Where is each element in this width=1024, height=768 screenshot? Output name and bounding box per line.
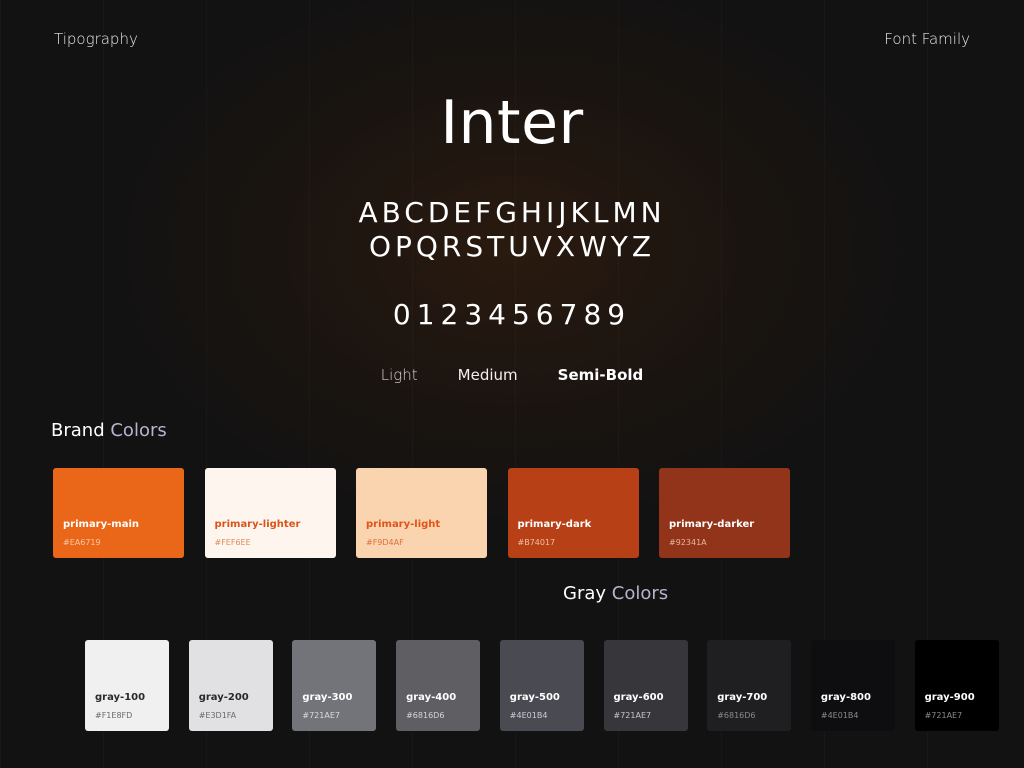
color-swatch-gray-100[interactable]: gray-100 #F1E8FD bbox=[85, 640, 169, 731]
swatch-hex: #FEF6EE bbox=[214, 538, 251, 547]
alphabet-line-1: ABCDEFGHIJKLMN bbox=[358, 196, 666, 229]
swatch-name: gray-700 bbox=[717, 692, 768, 703]
color-swatch-primary-lighter[interactable]: primary-lighter #FEF6EE bbox=[204, 468, 336, 558]
swatch-name: primary-dark bbox=[517, 519, 592, 530]
swatch-name: gray-300 bbox=[302, 692, 353, 703]
swatch-name: primary-light bbox=[366, 519, 441, 530]
swatch-name: gray-800 bbox=[820, 692, 871, 703]
swatch-name: gray-600 bbox=[613, 692, 664, 703]
brand-colors-title: Brand Colors bbox=[51, 420, 167, 441]
color-swatch-gray-600[interactable]: gray-600 #721AE7 bbox=[603, 640, 688, 731]
swatch-hex: #F1E8FD bbox=[95, 711, 133, 720]
color-swatch-gray-300[interactable]: gray-300 #721AE7 bbox=[292, 640, 377, 731]
swatch-hex: #F9D4AF bbox=[366, 538, 404, 547]
color-swatch-primary-main[interactable]: primary-main #EA6719 bbox=[53, 468, 184, 558]
swatch-name: gray-900 bbox=[924, 692, 975, 703]
swatch-name: primary-darker bbox=[669, 519, 755, 530]
brand-colors-title-accent: Colors bbox=[110, 420, 167, 441]
alphabet-line-2: OPQRSTUVXWYZ bbox=[368, 230, 656, 263]
swatch-hex: #6816D6 bbox=[717, 711, 756, 720]
swatch-hex: #721AE7 bbox=[924, 711, 963, 720]
weight-light-label: Light bbox=[380, 366, 418, 384]
color-swatch-primary-darker[interactable]: primary-darker #92341A bbox=[659, 468, 790, 558]
weight-medium-label: Medium bbox=[457, 366, 518, 384]
alphabet-sample: ABCDEFGHIJKLMN OPQRSTUVXWYZ bbox=[0, 196, 1024, 264]
color-swatch-gray-900[interactable]: gray-900 #721AE7 bbox=[914, 640, 999, 731]
color-swatch-gray-200[interactable]: gray-200 #E3D1FA bbox=[188, 640, 273, 731]
swatch-name: gray-400 bbox=[406, 692, 457, 703]
swatch-hex: #B74017 bbox=[517, 538, 556, 547]
swatch-name: gray-500 bbox=[509, 692, 560, 703]
swatch-name: gray-200 bbox=[198, 692, 249, 703]
weight-semibold-label: Semi-Bold bbox=[557, 366, 644, 384]
font-name-heading: Inter bbox=[440, 88, 584, 158]
digits-sample: 0123456789 bbox=[392, 298, 632, 331]
swatch-hex: #EA6719 bbox=[63, 538, 101, 547]
color-swatch-gray-700[interactable]: gray-700 #6816D6 bbox=[707, 640, 792, 731]
swatch-hex: #721AE7 bbox=[302, 711, 340, 720]
gray-colors-title: Gray Colors bbox=[563, 583, 668, 604]
gray-colors-title-accent: Colors bbox=[611, 583, 669, 604]
swatch-name: gray-100 bbox=[95, 692, 146, 703]
section-label-typography: Tipography bbox=[54, 30, 138, 48]
swatch-hex: #92341A bbox=[669, 538, 707, 547]
color-swatch-gray-500[interactable]: gray-500 #4E01B4 bbox=[499, 640, 584, 731]
color-swatch-primary-light[interactable]: primary-light #F9D4AF bbox=[356, 468, 487, 558]
swatch-hex: #4E01B4 bbox=[820, 711, 859, 720]
swatch-hex: #721AE7 bbox=[613, 711, 652, 720]
swatch-name: primary-lighter bbox=[214, 519, 301, 530]
gray-colors-title-main: Gray bbox=[563, 583, 607, 604]
swatch-hex: #6816D6 bbox=[406, 711, 445, 720]
swatch-hex: #E3D1FA bbox=[198, 711, 237, 720]
color-swatch-gray-400[interactable]: gray-400 #6816D6 bbox=[396, 640, 481, 731]
color-swatch-primary-dark[interactable]: primary-dark #B74017 bbox=[507, 468, 639, 558]
section-label-font-family: Font Family bbox=[884, 30, 970, 48]
swatch-name: primary-main bbox=[63, 519, 140, 530]
font-weights-row: Light Medium Semi-Bold bbox=[0, 366, 1024, 384]
brand-colors-title-main: Brand bbox=[51, 420, 105, 441]
color-swatch-gray-800[interactable]: gray-800 #4E01B4 bbox=[810, 640, 895, 731]
swatch-hex: #4E01B4 bbox=[509, 711, 548, 720]
